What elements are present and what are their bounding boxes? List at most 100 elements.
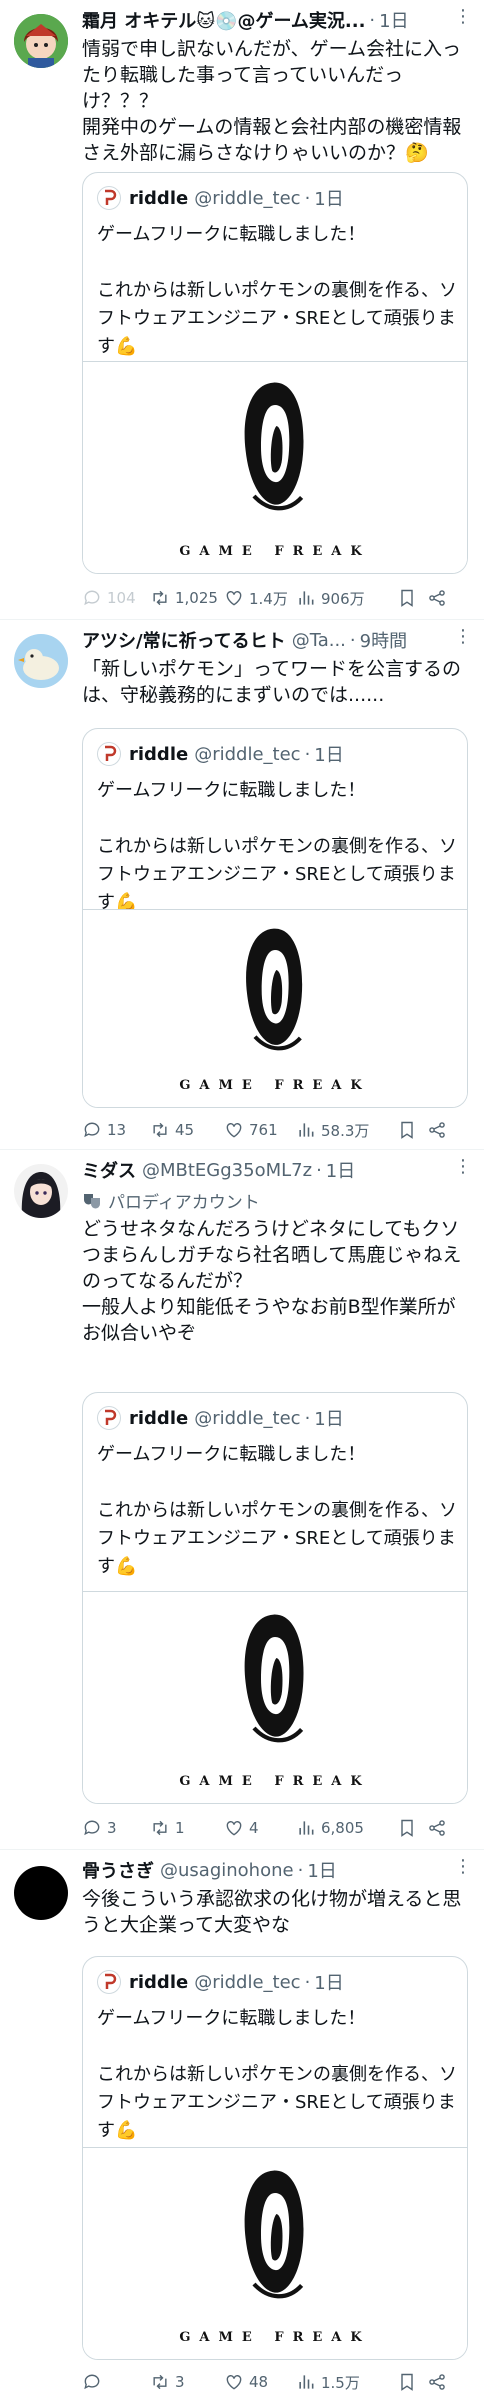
- views-button[interactable]: 58.3万: [296, 1120, 392, 1141]
- like-count: 1.4万: [249, 589, 288, 608]
- like-button[interactable]: 48: [224, 2372, 296, 2392]
- bookmark-icon: [397, 2372, 417, 2392]
- reply-button[interactable]: 13: [82, 1120, 150, 1140]
- display-name[interactable]: 骨うさぎ: [82, 1857, 154, 1883]
- like-button[interactable]: 1.4万: [224, 588, 296, 609]
- game-freak-logo-icon: [233, 1604, 317, 1754]
- quote-media-image[interactable]: GAME FREAK: [83, 1591, 467, 1803]
- timestamp[interactable]: 1日: [307, 1857, 336, 1883]
- quote-handle: @riddle_tec: [194, 1407, 301, 1429]
- tweet-text: 情弱で申し訳ないんだが、ゲーム会社に入ったり転職した事って言っていいんだっけ？？…: [82, 38, 462, 164]
- action-bar: 3 1 4 6,805: [82, 1814, 472, 1842]
- user-handle[interactable]: @Ta...: [292, 630, 346, 651]
- quoted-tweet[interactable]: riddle @riddle_tec · 1日 ゲームフリークに転職しました！ …: [82, 728, 468, 1108]
- user-handle[interactable]: @MBtEGg35oML7z: [142, 1160, 312, 1181]
- like-count: 48: [249, 2373, 269, 2391]
- quote-avatar: [97, 1970, 121, 1994]
- quote-timestamp: 1日: [314, 189, 344, 210]
- like-button[interactable]: 761: [224, 1120, 296, 1140]
- more-dots-icon[interactable]: ⋮: [454, 6, 472, 27]
- separator-dot: ·: [349, 629, 356, 651]
- quote-timestamp: 1日: [314, 1409, 344, 1430]
- timestamp[interactable]: 1日: [326, 1157, 355, 1183]
- more-dots-icon[interactable]: ⋮: [454, 1156, 472, 1177]
- more-dots-icon[interactable]: ⋮: [454, 626, 472, 647]
- timestamp[interactable]: 1日: [379, 7, 408, 33]
- retweet-count: 1: [175, 1819, 185, 1837]
- media-caption: GAME FREAK: [179, 1774, 371, 1789]
- avatar[interactable]: [14, 634, 68, 688]
- views-button[interactable]: 906万: [296, 588, 392, 609]
- like-button[interactable]: 4: [224, 1818, 296, 1838]
- timestamp[interactable]: 9時間: [360, 627, 407, 653]
- bookmark-button[interactable]: [392, 588, 422, 608]
- retweet-count: 1,025: [175, 589, 218, 607]
- share-button[interactable]: [422, 1818, 452, 1838]
- bookmark-button[interactable]: [392, 2372, 422, 2392]
- quote-handle: @riddle_tec: [194, 187, 301, 209]
- quote-header: riddle @riddle_tec · 1日: [97, 185, 344, 211]
- views-chart-icon: [296, 588, 316, 608]
- tweet-text: どうせネタなんだろうけどネタにしてもクソつまらんしガチなら社名晒して馬鹿じゃねえ…: [82, 1218, 462, 1344]
- retweet-button[interactable]: 1: [150, 1818, 224, 1838]
- bookmark-icon: [397, 1120, 417, 1140]
- reply-button[interactable]: 3: [82, 1818, 150, 1838]
- quote-text: ゲームフリークに転職しました！ これからは新しいポケモンの裏側を作る、ソフトウェ…: [97, 2008, 457, 2141]
- tweet-2[interactable]: アツシ/常に祈ってるヒト @Ta... · 9時間 ⋮ 「新しいポケモン」ってワ…: [0, 620, 484, 1150]
- anime-character-avatar-icon: [14, 14, 68, 68]
- share-button[interactable]: [422, 2372, 452, 2392]
- bookmark-button[interactable]: [392, 1818, 422, 1838]
- share-icon: [427, 1818, 447, 1838]
- retweet-count: 3: [175, 2373, 185, 2391]
- view-count: 1.5万: [321, 2373, 360, 2392]
- reply-button[interactable]: 104: [82, 588, 150, 608]
- share-button[interactable]: [422, 1120, 452, 1140]
- quote-handle: @riddle_tec: [194, 743, 301, 765]
- tweet-header: アツシ/常に祈ってるヒト @Ta... · 9時間: [82, 626, 474, 654]
- tweet-1[interactable]: 霜月 オキテル🐱💿@ゲーム実況... · 1日 ⋮ 情弱で申し訳ないんだが、ゲー…: [0, 0, 484, 620]
- display-name[interactable]: ミダス: [82, 1157, 136, 1183]
- retweet-icon: [150, 1818, 170, 1838]
- views-button[interactable]: 6,805: [296, 1818, 392, 1838]
- view-count: 58.3万: [321, 1121, 370, 1140]
- avatar[interactable]: [14, 14, 68, 68]
- heart-icon: [224, 1120, 244, 1140]
- retweet-button[interactable]: 3: [150, 2372, 224, 2392]
- quoted-tweet[interactable]: riddle @riddle_tec · 1日 ゲームフリークに転職しました！ …: [82, 1392, 468, 1804]
- reply-icon: [82, 1120, 102, 1140]
- bookmark-icon: [397, 1818, 417, 1838]
- quote-display-name: riddle: [129, 1971, 189, 1993]
- retweet-count: 45: [175, 1121, 195, 1139]
- quote-media-image[interactable]: GAME FREAK: [83, 2147, 467, 2359]
- quote-timestamp: 1日: [314, 745, 344, 766]
- quote-media-image[interactable]: GAME FREAK: [83, 909, 467, 1107]
- black-circle-avatar[interactable]: [14, 1866, 68, 1920]
- tweet-text: 今後こういう承認欲求の化け物が増えると思うと大企業って大変やな: [82, 1888, 462, 1936]
- quote-display-name: riddle: [129, 1407, 189, 1429]
- quoted-tweet[interactable]: riddle @riddle_tec · 1日 ゲームフリークに転職しました！ …: [82, 1956, 468, 2360]
- views-button[interactable]: 1.5万: [296, 2372, 392, 2393]
- bookmark-button[interactable]: [392, 1120, 422, 1140]
- more-dots-icon[interactable]: ⋮: [454, 1856, 472, 1877]
- quote-text: ゲームフリークに転職しました！ これからは新しいポケモンの裏側を作る、ソフトウェ…: [97, 780, 457, 913]
- display-name[interactable]: 霜月 オキテル🐱💿@ゲーム実況...: [82, 7, 365, 33]
- quoted-tweet[interactable]: riddle @riddle_tec · 1日 ゲームフリークに転職しました！ …: [82, 172, 468, 574]
- share-icon: [427, 2372, 447, 2392]
- retweet-button[interactable]: 1,025: [150, 588, 224, 608]
- quote-media-image[interactable]: GAME FREAK: [83, 361, 467, 573]
- tweet-4[interactable]: 骨うさぎ @usaginohone · 1日 ⋮ 今後こういう承認欲求の化け物が…: [0, 1850, 484, 2400]
- reply-count: 13: [107, 1121, 127, 1139]
- display-name[interactable]: アツシ/常に祈ってるヒト: [82, 627, 286, 653]
- reply-button[interactable]: [82, 2372, 150, 2392]
- tweet-header: 骨うさぎ @usaginohone · 1日: [82, 1856, 474, 1884]
- retweet-button[interactable]: 45: [150, 1120, 224, 1140]
- views-chart-icon: [296, 2372, 316, 2392]
- user-handle[interactable]: @usaginohone: [160, 1860, 294, 1881]
- game-freak-logo-icon: [235, 920, 315, 1060]
- avatar[interactable]: [14, 1164, 68, 1218]
- reply-count: 104: [107, 589, 136, 607]
- separator-dot: ·: [304, 187, 311, 209]
- tweet-3[interactable]: ミダス @MBtEGg35oML7z · 1日 ⋮ パロディアカウント どうせネ…: [0, 1150, 484, 1850]
- quote-text: ゲームフリークに転職しました！ これからは新しいポケモンの裏側を作る、ソフトウェ…: [97, 1444, 457, 1577]
- share-button[interactable]: [422, 588, 452, 608]
